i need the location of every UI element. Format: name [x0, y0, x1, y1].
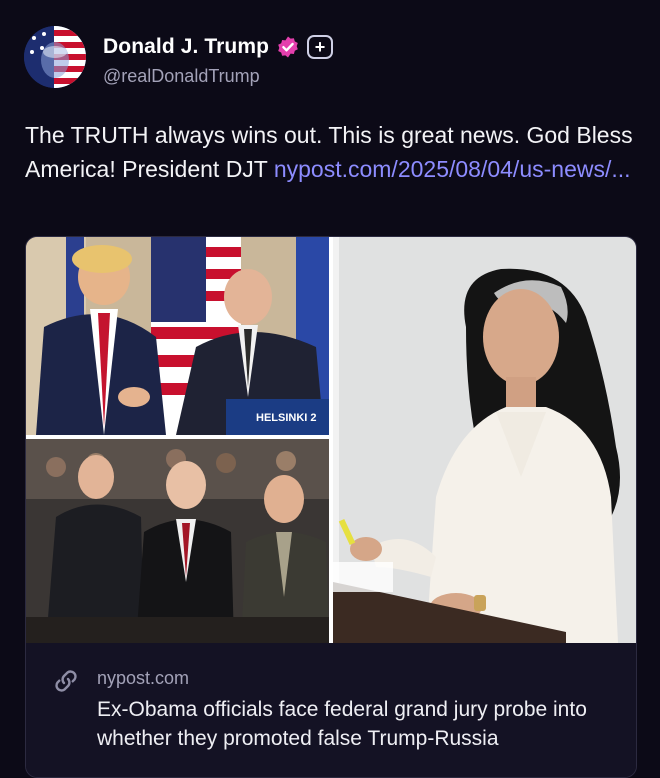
link-icon — [55, 670, 77, 692]
author-handle[interactable]: @realDonaldTrump — [103, 66, 260, 87]
news-photo-collage[interactable]: HELSINKI 2 — [26, 237, 636, 643]
post-link[interactable]: nypost.com/2025/08/04/us-news/... — [274, 156, 631, 182]
link-title[interactable]: Ex-Obama officials face federal grand ju… — [97, 695, 627, 753]
post-text: The TRUTH always wins out. This is great… — [25, 118, 640, 186]
link-preview[interactable]: nypost.com Ex-Obama officials face feder… — [26, 643, 636, 777]
handshake-photo: HELSINKI 2 — [26, 237, 329, 435]
plus-badge[interactable]: + — [307, 35, 334, 59]
woman-photo — [333, 237, 636, 643]
verified-badge-icon — [276, 35, 300, 59]
truth-post: Donald J. Trump + @realDonaldTrump The T… — [0, 0, 660, 778]
link-domain: nypost.com — [97, 668, 190, 688]
avatar[interactable] — [24, 26, 86, 88]
officials-photo — [26, 439, 329, 643]
display-name[interactable]: Donald J. Trump — [103, 35, 269, 59]
author-row: Donald J. Trump + — [103, 34, 334, 60]
media-card[interactable]: HELSINKI 2 nypost.com Ex-Obama officials… — [25, 236, 637, 778]
flag-portrait-avatar-icon — [24, 26, 86, 88]
podium-label: HELSINKI 2 — [256, 412, 317, 424]
